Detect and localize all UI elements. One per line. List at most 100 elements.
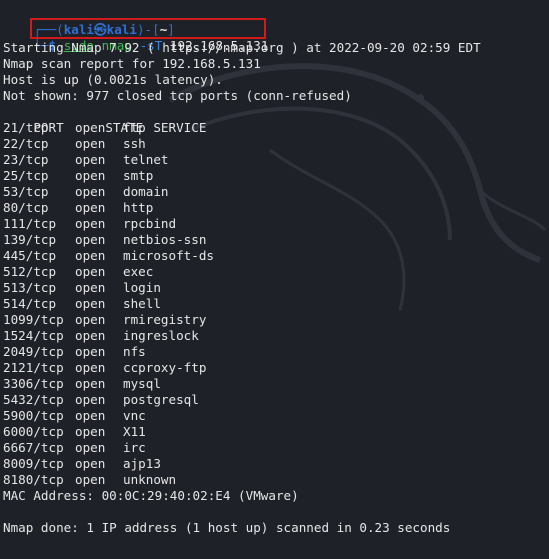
port-cell: 8009/tcp <box>3 456 64 471</box>
header-service: SERVICE <box>153 120 207 135</box>
state-cell: open <box>75 200 106 215</box>
service-cell: telnet <box>123 152 169 167</box>
port-row: 5900/tcp open vnc <box>3 408 146 424</box>
state-cell: open <box>75 472 106 487</box>
state-cell: open <box>75 328 106 343</box>
service-cell: unknown <box>123 472 177 487</box>
port-row: 8180/tcp open unknown <box>3 472 176 488</box>
port-row: 139/tcp open netbios-ssn <box>3 232 206 248</box>
state-cell: open <box>75 376 106 391</box>
service-cell: shell <box>123 296 161 311</box>
service-cell: ssh <box>123 136 146 151</box>
port-row: 1099/tcp open rmiregistry <box>3 312 206 328</box>
port-cell: 5900/tcp <box>3 408 64 423</box>
port-cell: 445/tcp <box>3 248 57 263</box>
command-highlight-box <box>30 18 266 39</box>
port-row: 3306/tcp open mysql <box>3 376 161 392</box>
output-mac-address: MAC Address: 00:0C:29:40:02:E4 (VMware) <box>3 488 299 503</box>
state-cell: open <box>75 408 106 423</box>
port-row: 22/tcp open ssh <box>3 136 146 152</box>
service-cell: nfs <box>123 344 146 359</box>
port-cell: 22/tcp <box>3 136 49 151</box>
output-not-shown: Not shown: 977 closed tcp ports (conn-re… <box>3 88 352 103</box>
port-row: 23/tcp open telnet <box>3 152 169 168</box>
port-cell: 139/tcp <box>3 232 57 247</box>
port-cell: 3306/tcp <box>3 376 64 391</box>
state-cell: open <box>75 312 106 327</box>
port-cell: 514/tcp <box>3 296 57 311</box>
state-cell: open <box>75 184 106 199</box>
port-cell: 6000/tcp <box>3 424 64 439</box>
state-cell: open <box>75 296 106 311</box>
output-nmap-done: Nmap done: 1 IP address (1 host up) scan… <box>3 520 451 535</box>
service-cell: exec <box>123 264 154 279</box>
port-cell: 53/tcp <box>3 184 49 199</box>
port-table-header: PORT STATE SERVICE <box>3 104 206 135</box>
service-cell: X11 <box>123 424 146 439</box>
port-cell: 80/tcp <box>3 200 49 215</box>
service-cell: netbios-ssn <box>123 232 207 247</box>
port-row: 5432/tcp open postgresql <box>3 392 199 408</box>
port-row: 6000/tcp open X11 <box>3 424 146 440</box>
service-cell: login <box>123 280 161 295</box>
service-cell: smtp <box>123 168 154 183</box>
port-cell: 2049/tcp <box>3 344 64 359</box>
output-host-up: Host is up (0.0021s latency). <box>3 72 223 87</box>
port-cell: 111/tcp <box>3 216 57 231</box>
service-cell: postgresql <box>123 392 199 407</box>
port-cell: 2121/tcp <box>3 360 64 375</box>
port-row: 2049/tcp open nfs <box>3 344 146 360</box>
state-cell: open <box>75 232 106 247</box>
service-cell: irc <box>123 440 146 455</box>
state-cell: open <box>75 264 106 279</box>
service-cell: ccproxy-ftp <box>123 360 207 375</box>
state-cell: open <box>75 136 106 151</box>
port-cell: 21/tcp <box>3 120 49 135</box>
output-starting: Starting Nmap 7.92 ( https://nmap.org ) … <box>3 40 481 55</box>
state-cell: open <box>75 152 106 167</box>
state-cell: open <box>75 392 106 407</box>
state-cell: open <box>75 216 106 231</box>
port-row: 514/tcp open shell <box>3 296 161 312</box>
port-row: 111/tcp open rpcbind <box>3 216 176 232</box>
port-row: 21/tcp open ftp <box>3 120 146 136</box>
state-cell: open <box>75 248 106 263</box>
port-row: 2121/tcp open ccproxy-ftp <box>3 360 206 376</box>
service-cell: ftp <box>123 120 146 135</box>
port-cell: 5432/tcp <box>3 392 64 407</box>
state-cell: open <box>75 424 106 439</box>
service-cell: microsoft-ds <box>123 248 214 263</box>
port-cell: 1524/tcp <box>3 328 64 343</box>
service-cell: rpcbind <box>123 216 177 231</box>
port-row: 53/tcp open domain <box>3 184 169 200</box>
service-cell: ajp13 <box>123 456 161 471</box>
port-row: 1524/tcp open ingreslock <box>3 328 199 344</box>
state-cell: open <box>75 360 106 375</box>
port-cell: 513/tcp <box>3 280 57 295</box>
port-cell: 25/tcp <box>3 168 49 183</box>
port-row: 513/tcp open login <box>3 280 161 296</box>
port-cell: 1099/tcp <box>3 312 64 327</box>
next-prompt-partial: ┌──(kali㉿kali)-[~] <box>0 548 549 559</box>
state-cell: open <box>75 456 106 471</box>
service-cell: mysql <box>123 376 161 391</box>
port-row: 8009/tcp open ajp13 <box>3 456 161 472</box>
state-cell: open <box>75 168 106 183</box>
state-cell: open <box>75 440 106 455</box>
service-cell: domain <box>123 184 169 199</box>
state-cell: open <box>75 344 106 359</box>
state-cell: open <box>75 120 106 135</box>
service-cell: http <box>123 200 154 215</box>
port-row: 6667/tcp open irc <box>3 440 146 456</box>
port-row: 25/tcp open smtp <box>3 168 153 184</box>
state-cell: open <box>75 280 106 295</box>
port-cell: 23/tcp <box>3 152 49 167</box>
terminal-window[interactable]: ┌──(kali㉿kali)-[~] └─$ sudo nmap -sT 192… <box>0 0 549 559</box>
service-cell: rmiregistry <box>123 312 207 327</box>
port-cell: 512/tcp <box>3 264 57 279</box>
port-cell: 8180/tcp <box>3 472 64 487</box>
port-cell: 6667/tcp <box>3 440 64 455</box>
port-row: 445/tcp open microsoft-ds <box>3 248 214 264</box>
service-cell: ingreslock <box>123 328 199 343</box>
port-row: 80/tcp open http <box>3 200 153 216</box>
